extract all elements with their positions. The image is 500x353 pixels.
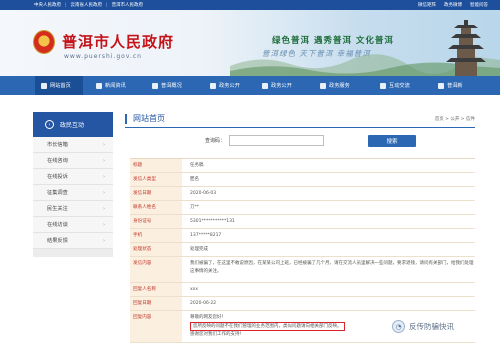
sidebar-item-complaint[interactable]: 在线投诉 › — [33, 169, 113, 185]
row-key: 回复内容 — [130, 311, 182, 342]
main-nav: 网站首页 新闻资讯 普洱概况 政务公开 政务公开 政务服务 互动交流 普洱新 — [0, 76, 500, 95]
row-value: 刀** — [190, 205, 199, 210]
sidebar-item-interview[interactable]: 在线访谈 › — [33, 217, 113, 233]
chevron-right-icon: › — [103, 141, 105, 148]
chevron-right-icon: › — [103, 173, 105, 180]
sidebar: ‹ 政民互动 市长信箱 › 在线咨询 › 在线投诉 › 征集调查 › 民生关注 › 在线访… — [33, 112, 113, 257]
national-emblem-icon — [33, 30, 55, 54]
row-key: 联系人姓名 — [130, 201, 182, 214]
query-search: 查询码： 搜索 — [205, 134, 417, 147]
watermark-text: 反传防骗快讯 — [409, 322, 454, 331]
slogan-primary: 绿色普洱 遇秀普洱 文化普洱 — [272, 36, 394, 46]
separator: | — [106, 2, 108, 8]
nav-home[interactable]: 网站首页 — [35, 76, 83, 95]
search-input[interactable] — [229, 135, 325, 146]
nav-open-gov-2[interactable]: 政务公开 — [262, 76, 292, 95]
service-icon — [320, 82, 326, 89]
page-title: 网站首页 — [133, 114, 165, 123]
row-key: 手机 — [130, 229, 182, 242]
nav-service[interactable]: 政务服务 — [320, 76, 350, 95]
row-key: 发信内容 — [130, 257, 182, 282]
row-value: 匿名 — [190, 177, 199, 182]
row-value: xxx — [190, 287, 198, 292]
table-row: 发信日期 2020-06-03 — [130, 187, 475, 201]
row-value: 我们被骗了，在这里不敢说原因，在某某公司上班，已经被骗了几个月，请在交流人员里解… — [190, 261, 474, 274]
breadcrumb[interactable]: 首页 > 公开 > 信件 — [435, 116, 475, 122]
top-link-wechat[interactable]: 微信矩阵 — [418, 2, 436, 8]
row-key: 发信人类型 — [130, 173, 182, 186]
pagoda-icon — [446, 20, 486, 76]
nav-puer-new[interactable]: 普洱新 — [438, 76, 463, 95]
table-row: 手机 137*****8217 — [130, 229, 475, 243]
row-value: 2020-06-03 — [190, 191, 217, 196]
table-row: 联系人姓名 刀** — [130, 201, 475, 215]
top-links: 中央人民政府 | 云南省人民政府 | 普洱市人民政府 — [34, 0, 147, 10]
chevron-right-icon: › — [103, 237, 105, 244]
search-label: 查询码： — [205, 138, 226, 144]
nav-interaction[interactable]: 互动交流 — [380, 76, 410, 95]
table-row: 发信内容 我们被骗了，在这里不敢说原因，在某某公司上班，已经被骗了几个月，请在交流… — [130, 257, 475, 283]
back-circle-icon: ‹ — [45, 120, 54, 129]
chevron-right-icon: › — [103, 189, 105, 196]
chevron-right-icon: › — [103, 205, 105, 212]
news-icon — [96, 82, 102, 89]
main-content: 网站首页 首页 > 公开 > 信件 查询码： 搜索 标题 任务稿 发信人类型 匿名 … — [125, 112, 475, 343]
chat-icon — [380, 82, 386, 89]
table-row: 回复人名称 xxx — [130, 283, 475, 297]
row-value: 任务稿 — [190, 163, 204, 168]
doc-icon — [262, 82, 268, 89]
row-value: 2020-06-22 — [190, 301, 217, 306]
top-right-links: 微信矩阵 政务微博 智能问答 — [410, 0, 488, 10]
table-row: 标题 任务稿 — [130, 159, 475, 173]
top-bar: 中央人民政府 | 云南省人民政府 | 普洱市人民政府 微信矩阵 政务微博 智能问答 — [0, 0, 500, 10]
chevron-right-icon: › — [103, 157, 105, 164]
nav-overview[interactable]: 普洱概况 — [152, 76, 182, 95]
row-key: 处理状态 — [130, 243, 182, 256]
chat-bubble-icon: ◔ — [392, 320, 405, 333]
sidebar-item-consult[interactable]: 在线咨询 › — [33, 153, 113, 169]
header-banner: 普洱市人民政府 www.puershi.gov.cn 绿色普洱 遇秀普洱 文化普… — [0, 10, 500, 76]
reply-highlighted-text: 您所反映的问题不在我们管理的业务范围内，类似问题请向相关部门反映。 — [190, 322, 345, 331]
table-row: 回复日期 2020-06-22 — [130, 297, 475, 311]
row-key: 标题 — [130, 159, 182, 172]
sidebar-item-livelihood[interactable]: 民生关注 › — [33, 201, 113, 217]
separator: | — [65, 2, 67, 8]
top-link-central[interactable]: 中央人民政府 — [34, 2, 61, 8]
row-key: 身份证号 — [130, 215, 182, 228]
table-row: 处理状态 处理完成 — [130, 243, 475, 257]
sidebar-footer — [33, 249, 113, 257]
table-row: 发信人类型 匿名 — [130, 173, 475, 187]
row-key: 发信日期 — [130, 187, 182, 200]
row-value: 处理完成 — [190, 247, 208, 252]
row-value: 137*****8217 — [190, 233, 222, 238]
site-url: www.puershi.gov.cn — [64, 53, 142, 60]
source-watermark: ◔ 反传防骗快讯 — [392, 320, 454, 333]
map-icon — [152, 82, 158, 89]
row-key: 回复日期 — [130, 297, 182, 310]
doc-icon — [210, 82, 216, 89]
chevron-right-icon: › — [103, 221, 105, 228]
sidebar-item-mayor-mailbox[interactable]: 市长信箱 › — [33, 137, 113, 153]
site-title[interactable]: 普洱市人民政府 — [62, 31, 174, 52]
row-value: 5301***********131 — [190, 219, 235, 224]
heading-accent-bar — [125, 114, 127, 124]
top-link-province[interactable]: 云南省人民政府 — [71, 2, 103, 8]
home-icon — [41, 82, 47, 89]
top-link-weibo[interactable]: 政务微博 — [444, 2, 462, 8]
star-icon — [438, 82, 444, 89]
top-link-qa[interactable]: 智能问答 — [470, 2, 488, 8]
nav-open-gov-1[interactable]: 政务公开 — [210, 76, 240, 95]
search-button[interactable]: 搜索 — [368, 134, 417, 147]
sidebar-item-feedback[interactable]: 结果反馈 › — [33, 233, 113, 249]
table-row: 身份证号 5301***********131 — [130, 215, 475, 229]
sidebar-header: ‹ 政民互动 — [33, 112, 113, 137]
content-heading: 网站首页 首页 > 公开 > 信件 — [125, 112, 475, 128]
row-key: 回复人名称 — [130, 283, 182, 296]
top-link-city[interactable]: 普洱市人民政府 — [112, 2, 144, 8]
sidebar-item-survey[interactable]: 征集调查 › — [33, 185, 113, 201]
letter-detail-table: 标题 任务稿 发信人类型 匿名 发信日期 2020-06-03 联系人姓名 刀** 身份… — [130, 158, 475, 343]
nav-news[interactable]: 新闻资讯 — [96, 76, 126, 95]
